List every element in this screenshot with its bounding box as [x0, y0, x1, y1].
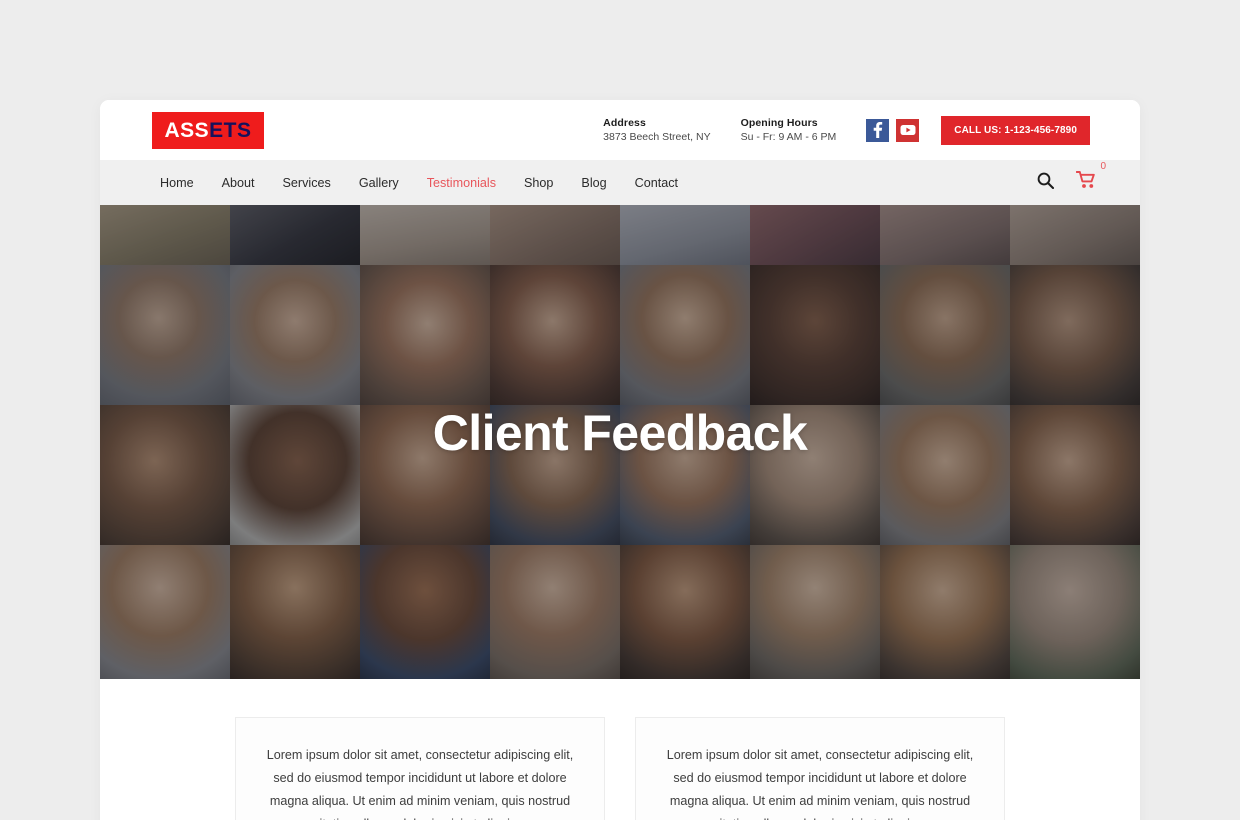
opening-hours-value: Su - Fr: 9 AM - 6 PM: [740, 131, 837, 143]
hero-photo: [100, 205, 230, 265]
nav-item-shop[interactable]: Shop: [510, 176, 567, 190]
nav-item-services[interactable]: Services: [269, 176, 345, 190]
top-bar: ASSETS Address 3873 Beech Street, NY Ope…: [100, 100, 1140, 160]
address-block: Address 3873 Beech Street, NY: [603, 116, 710, 144]
social-links: [866, 118, 920, 142]
nav-item-contact[interactable]: Contact: [621, 176, 692, 190]
testimonial-text: Lorem ipsum dolor sit amet, consectetur …: [666, 748, 974, 820]
hero-photo: [490, 205, 620, 265]
hero-photo: [100, 265, 230, 405]
hero-photo: [1010, 265, 1140, 405]
top-bar-right: Address 3873 Beech Street, NY Opening Ho…: [603, 115, 1090, 145]
nav-item-home[interactable]: Home: [152, 176, 208, 190]
hero-photo: [620, 205, 750, 265]
hero-title: Client Feedback: [432, 405, 808, 461]
hero-photo: [230, 265, 360, 405]
address-value: 3873 Beech Street, NY: [603, 131, 711, 143]
logo-text-part-2: ETS: [209, 118, 252, 142]
hero-photo: [100, 545, 230, 679]
hero-photo: [620, 265, 750, 405]
testimonial-card: Lorem ipsum dolor sit amet, consectetur …: [635, 717, 1005, 820]
call-us-button[interactable]: CALL US: 1-123-456-7890: [941, 115, 1090, 145]
hero-photo: [490, 545, 620, 679]
site-logo[interactable]: ASSETS: [152, 111, 264, 149]
nav-item-blog[interactable]: Blog: [567, 176, 620, 190]
nav-links: Home About Services Gallery Testimonials…: [152, 176, 692, 190]
hero-photo: [1010, 545, 1140, 679]
hero-photo: [750, 205, 880, 265]
testimonials-section: Lorem ipsum dolor sit amet, consectetur …: [100, 679, 1140, 820]
hero-photo: [750, 545, 880, 679]
hero-photo: [880, 205, 1010, 265]
shopping-cart-icon[interactable]: 0: [1075, 162, 1106, 194]
hero-photo: [880, 265, 1010, 405]
opening-hours-block: Opening Hours Su - Fr: 9 AM - 6 PM: [741, 116, 837, 144]
testimonial-text: Lorem ipsum dolor sit amet, consectetur …: [266, 748, 574, 820]
opening-hours-label: Opening Hours: [740, 116, 818, 129]
hero-photo: [230, 545, 360, 679]
hero-photo: [360, 265, 490, 405]
testimonial-card: Lorem ipsum dolor sit amet, consectetur …: [235, 717, 605, 820]
nav-actions: 0: [1037, 162, 1106, 194]
facebook-icon[interactable]: [866, 118, 890, 142]
hero-photo: [360, 545, 490, 679]
hero-photo: [490, 265, 620, 405]
nav-item-gallery[interactable]: Gallery: [345, 176, 413, 190]
site-panel: ASSETS Address 3873 Beech Street, NY Ope…: [100, 100, 1140, 820]
logo-text: ASSETS: [164, 120, 251, 141]
address-label: Address: [603, 116, 646, 129]
hero-photo: [750, 265, 880, 405]
nav-item-testimonials[interactable]: Testimonials: [413, 176, 510, 190]
main-navigation: Home About Services Gallery Testimonials…: [100, 160, 1140, 205]
logo-text-part-1: ASS: [164, 118, 210, 142]
nav-item-about[interactable]: About: [208, 176, 269, 190]
page-viewport: ASSETS Address 3873 Beech Street, NY Ope…: [0, 0, 1240, 820]
hero-photo: [620, 545, 750, 679]
hero-photo: [1010, 205, 1140, 265]
hero-photo: [880, 545, 1010, 679]
cart-count-badge: 0: [1100, 161, 1106, 172]
hero-banner: Client Feedback: [100, 205, 1140, 679]
hero-photo: [230, 205, 360, 265]
youtube-icon[interactable]: [896, 118, 920, 142]
hero-photo: [360, 205, 490, 265]
search-icon[interactable]: [1037, 172, 1055, 194]
